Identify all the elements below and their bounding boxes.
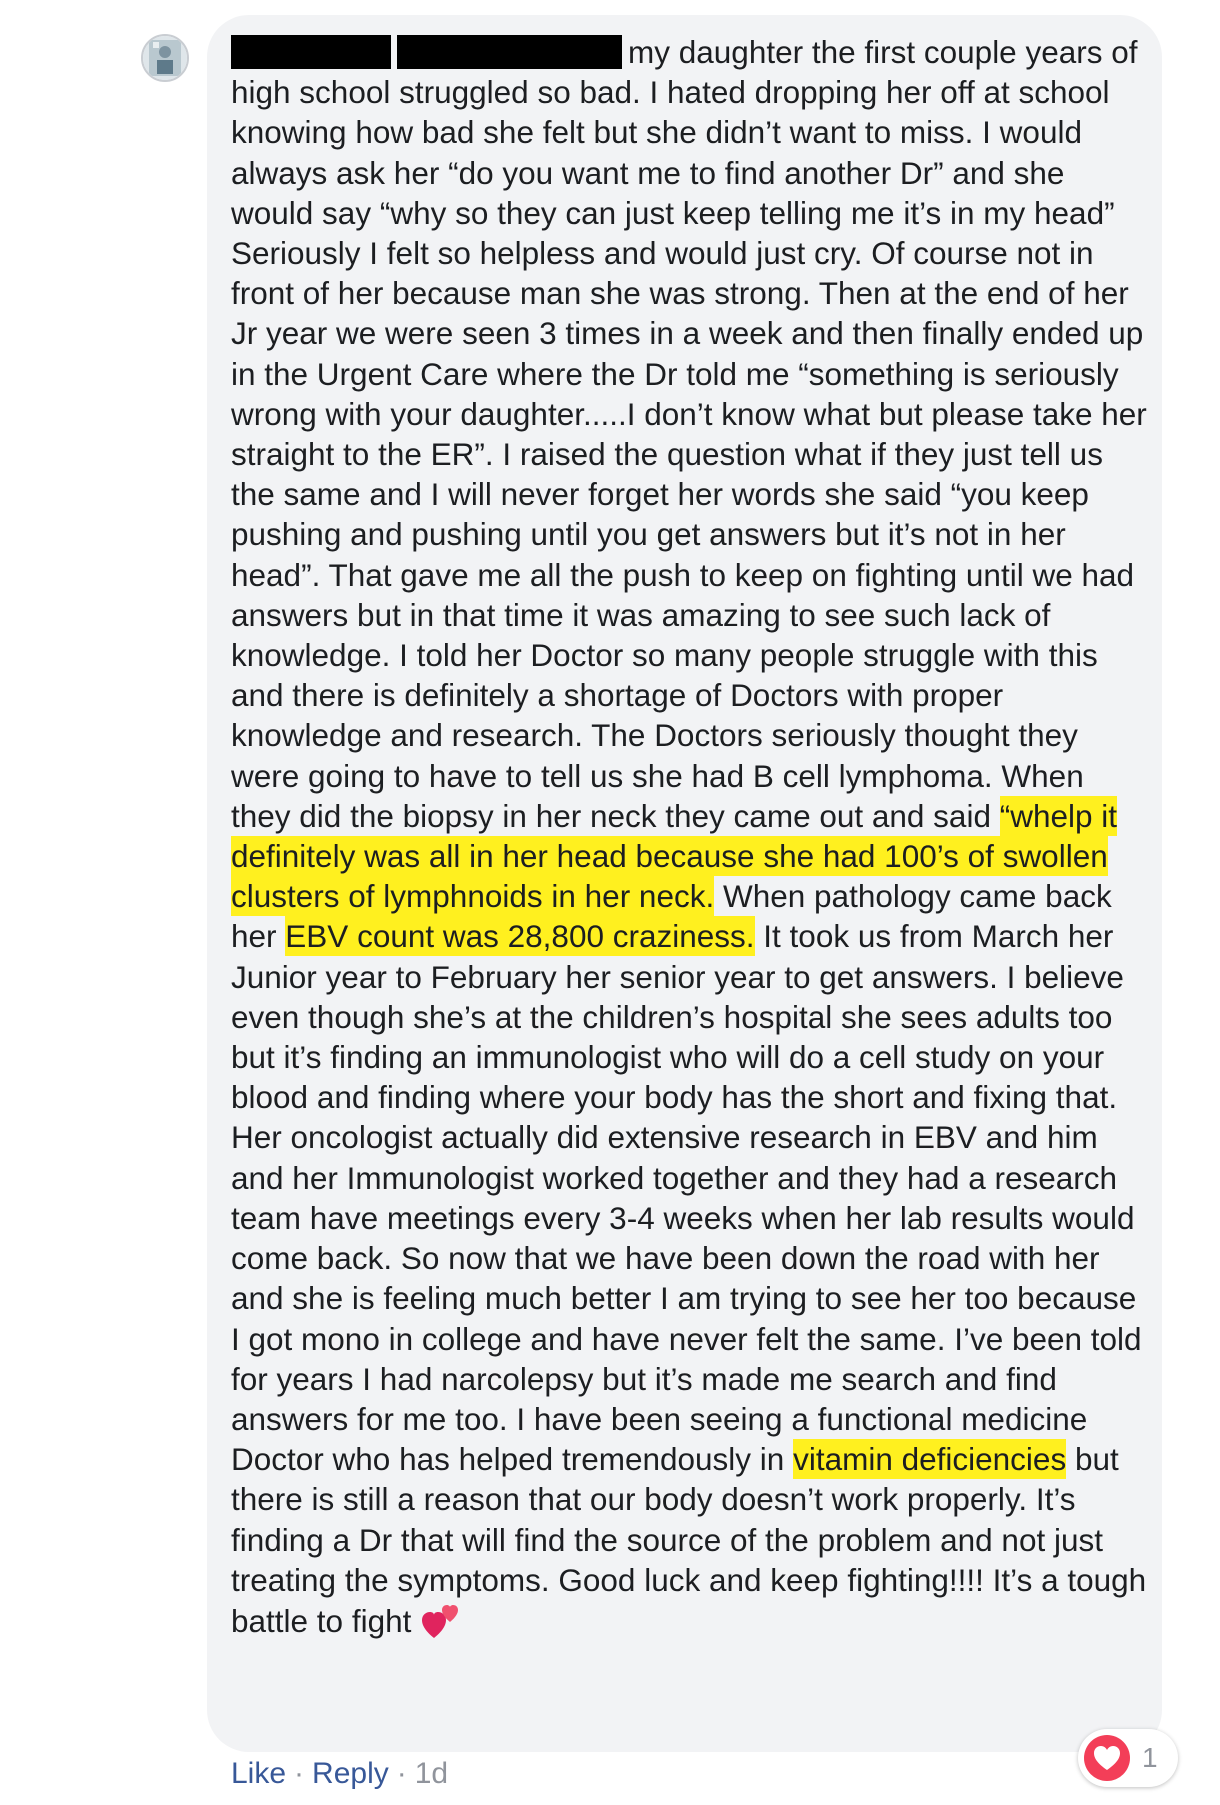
separator: · bbox=[396, 1757, 407, 1790]
comment-text-segment: It took us from March her Junior year to… bbox=[231, 918, 1142, 1478]
user-avatar-photo bbox=[143, 36, 187, 80]
reaction-summary[interactable]: 1 bbox=[1078, 1729, 1178, 1787]
timestamp[interactable]: 1d bbox=[415, 1757, 448, 1790]
comment-text-segment: my daughter the first couple years of hi… bbox=[231, 34, 1147, 834]
reply-link[interactable]: Reply bbox=[312, 1757, 389, 1790]
like-link[interactable]: Like bbox=[231, 1757, 286, 1790]
highlighted-text: EBV count was 28,800 craziness. bbox=[285, 916, 755, 957]
two-hearts-icon bbox=[420, 1600, 462, 1640]
separator: · bbox=[294, 1757, 305, 1790]
comment-actions: Like · Reply · 1d bbox=[231, 1757, 448, 1791]
love-reaction-icon bbox=[1084, 1735, 1130, 1781]
redacted-name bbox=[397, 35, 622, 69]
reaction-count: 1 bbox=[1142, 1742, 1158, 1773]
redacted-name bbox=[231, 35, 391, 69]
comment-text: my daughter the first couple years of hi… bbox=[231, 32, 1151, 1641]
avatar[interactable] bbox=[141, 34, 189, 82]
highlighted-text: vitamin deficiencies bbox=[793, 1439, 1067, 1480]
